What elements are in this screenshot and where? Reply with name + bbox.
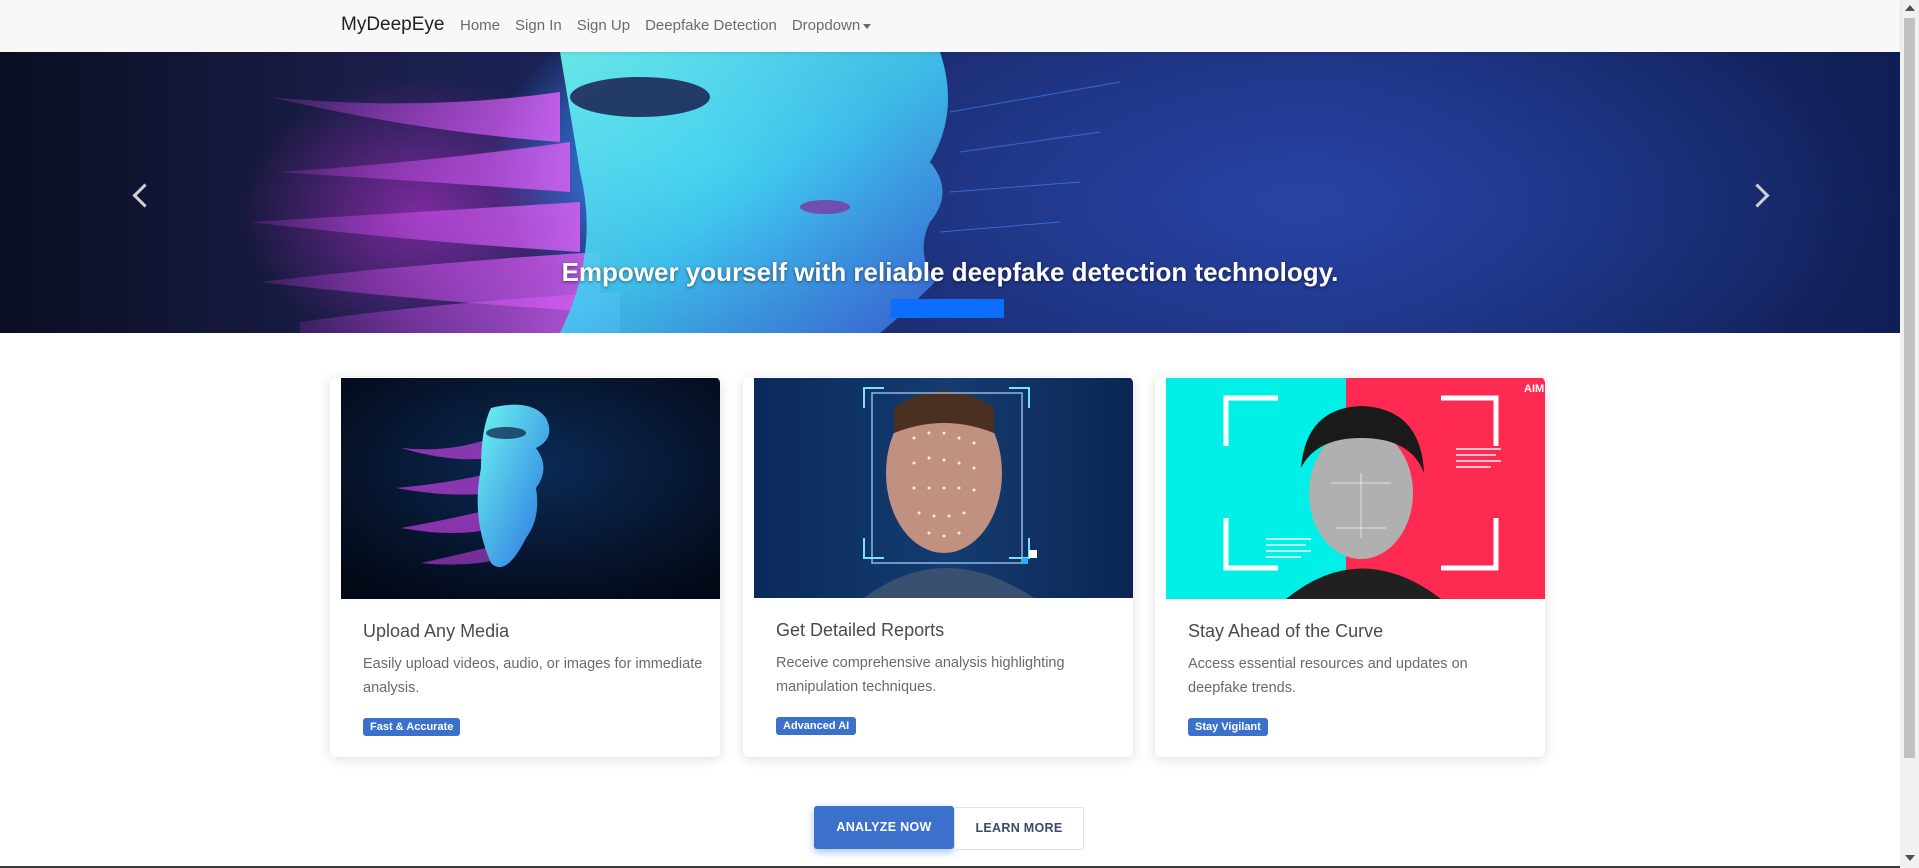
nav-link-deepfake-detection[interactable]: Deepfake Detection [645,17,777,34]
card-text: Receive comprehensive analysis highlight… [776,655,1065,695]
carousel-indicator[interactable] [891,299,1004,318]
card-badge: Fast & Accurate [363,718,461,736]
scroll-up-arrow-icon[interactable] [1905,5,1915,11]
card-image-mask [341,378,720,599]
carousel-caption: Empower yourself with reliable deepfake … [561,257,1339,287]
card-badge: Advanced AI [776,717,857,735]
card-image-face-scan [754,378,1133,598]
caret-down-icon [863,23,872,29]
vertical-scrollbar[interactable] [1900,0,1919,868]
card-title: Upload Any Media [363,621,510,641]
brand-logo[interactable]: MyDeepEye [341,14,445,36]
learn-more-button[interactable]: LEARN MORE [954,807,1084,850]
nav-link-sign-up[interactable]: Sign Up [577,17,630,34]
analyze-now-button[interactable]: ANALYZE NOW [814,806,954,849]
feature-card-upload: Upload Any Media Easily upload videos, a… [330,377,720,757]
nav-link-sign-in[interactable]: Sign In [515,17,562,34]
aim-logo: AIM [1524,383,1544,395]
card-text: Access essential resources and updates o… [1188,656,1468,696]
hero-background-image [250,52,1121,333]
card-text: Easily upload videos, audio, or images f… [363,656,703,696]
hero-carousel: Empower yourself with reliable deepfake … [0,52,1900,333]
scroll-down-arrow-icon[interactable] [1905,855,1915,861]
card-badge: Stay Vigilant [1188,718,1268,736]
nav-links: Home Sign In Sign Up Deepfake Detection … [460,17,886,34]
card-image-face-recognition: AIM [1166,378,1545,599]
scroll-thumb[interactable] [1904,18,1915,758]
navbar: MyDeepEye Home Sign In Sign Up Deepfake … [0,0,1900,52]
nav-link-home[interactable]: Home [460,17,500,34]
nav-dropdown-label: Dropdown [791,17,861,34]
feature-card-reports: Get Detailed Reports Receive comprehensi… [743,377,1133,757]
card-title: Get Detailed Reports [776,620,945,640]
feature-card-stay-ahead: AIM Stay Ahead of the Curve Access essen… [1155,377,1545,757]
card-title: Stay Ahead of the Curve [1188,621,1384,641]
nav-dropdown[interactable]: Dropdown [791,17,872,34]
